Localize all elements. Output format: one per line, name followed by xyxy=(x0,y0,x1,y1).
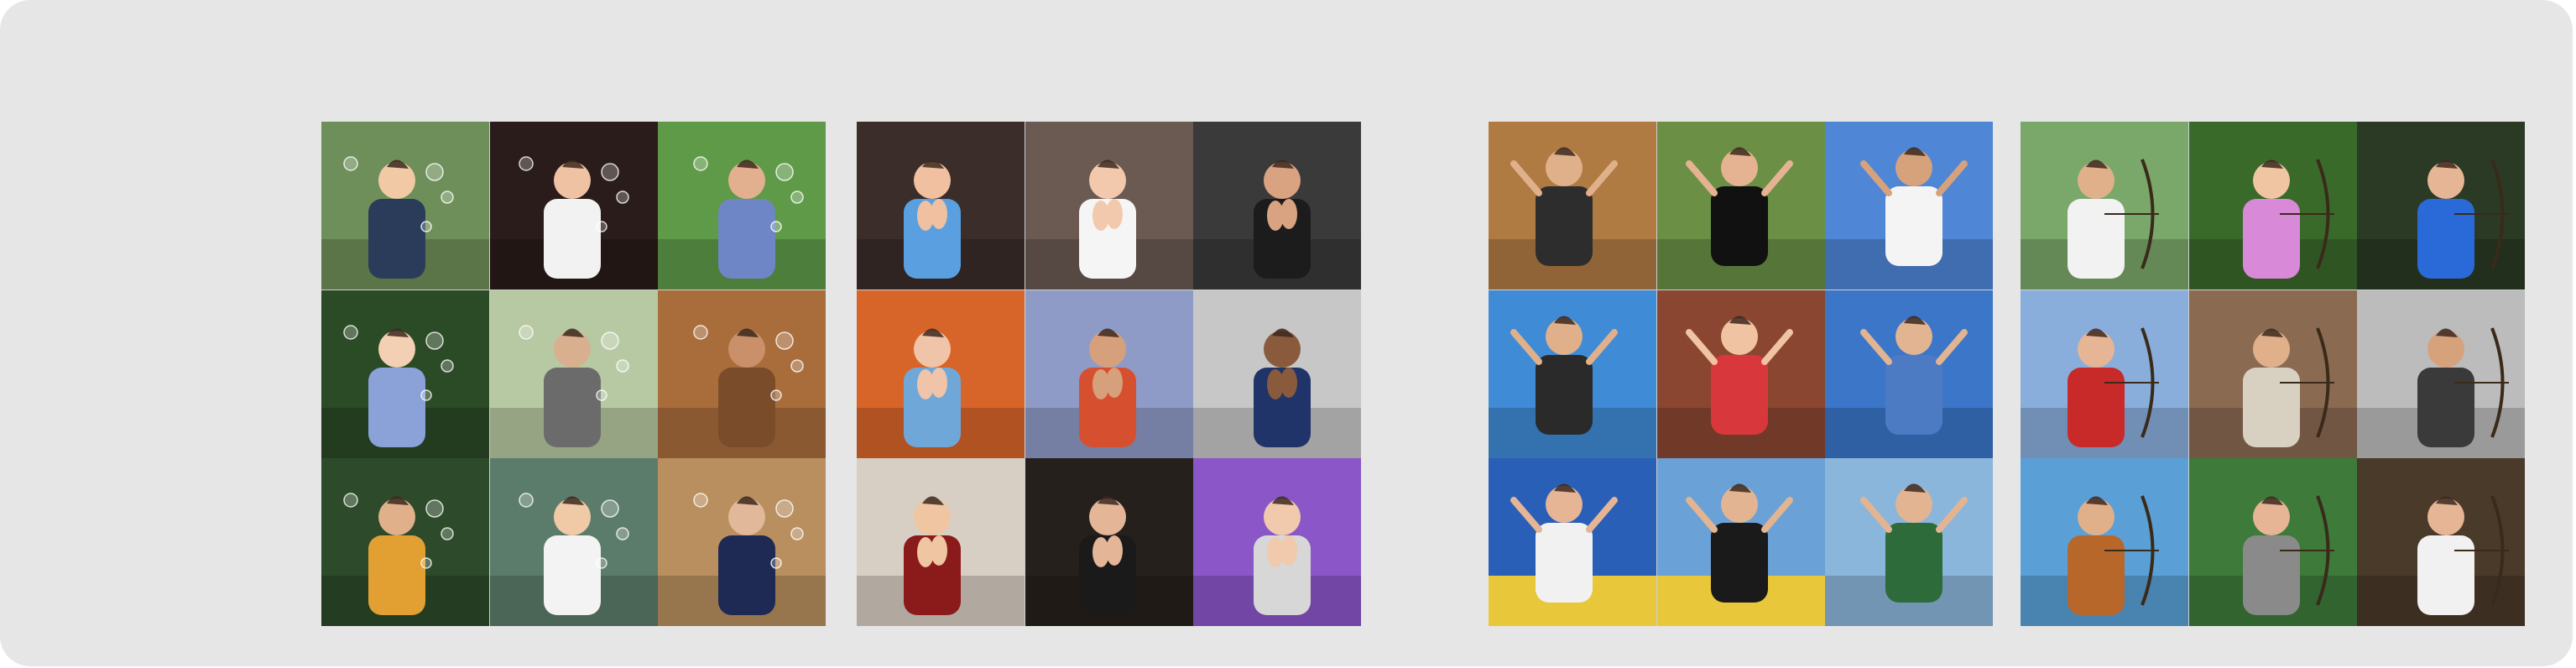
photo-tile-archer-field-target xyxy=(2021,122,2188,290)
photo-tile-man-clapping xyxy=(1193,122,1361,290)
photo-tile-jump-flower-field xyxy=(1489,458,1656,626)
photo-tile-older-woman-clapping xyxy=(1025,458,1193,626)
image-grid-applause xyxy=(857,122,1361,626)
photo-tile-woman-clapping-traditional xyxy=(857,458,1025,626)
photo-tile-woman-clapping-smiling xyxy=(1025,122,1193,290)
image-grid-archery xyxy=(2021,122,2525,626)
photo-tile-archer-wooden-fence xyxy=(2357,458,2525,626)
photo-tile-girl-blowing-bubbles xyxy=(321,290,489,458)
photo-tile-girls-archery xyxy=(2188,122,2357,290)
photo-tile-woman-clapping-blue xyxy=(857,290,1025,458)
photo-tile-archer-kneeling xyxy=(2357,290,2525,458)
photo-tile-boardwalk-bubbles xyxy=(658,290,826,458)
photo-tile-jump-brick-wall xyxy=(1656,290,1825,458)
photo-tile-audience-clapping xyxy=(857,122,1025,290)
photo-tile-archer-blue-hat xyxy=(2357,122,2525,290)
photo-tile-archer-red-shirt xyxy=(2021,290,2188,458)
image-grid-jumping xyxy=(1489,122,1993,626)
photo-tile-man-blowing-bubbles xyxy=(658,122,826,290)
photo-tile-woman-blowing-bubbles-fence xyxy=(658,458,826,626)
photo-tile-park-bubbles xyxy=(489,290,658,458)
photo-tile-jump-bare-tree xyxy=(1825,458,1993,626)
photo-tile-man-clapping-suit xyxy=(1193,290,1361,458)
photo-tile-archer-dirt-range xyxy=(2188,290,2357,458)
photo-tile-jump-cathedral xyxy=(1489,122,1656,290)
photo-tile-man-with-bubble-wand xyxy=(321,458,489,626)
photo-tile-woman-blowing-bubble xyxy=(489,122,658,290)
photo-tile-archer-mountains xyxy=(2021,458,2188,626)
photo-tile-jump-green-hill xyxy=(1489,290,1656,458)
photo-tile-boy-at-door-bubbles xyxy=(489,458,658,626)
photo-tile-toddler-blowing-bubbles xyxy=(321,122,489,290)
image-grid-bubbles xyxy=(321,122,826,626)
photo-tile-jump-garden xyxy=(1656,122,1825,290)
photo-tile-woman-clapping-purple xyxy=(1193,458,1361,626)
photo-tile-jump-pumpkins xyxy=(1825,290,1993,458)
photo-tile-group-clapping xyxy=(1025,290,1193,458)
photo-tile-jump-beach xyxy=(1656,458,1825,626)
photo-tile-archer-back-view xyxy=(2188,458,2357,626)
photo-tile-jump-mountain-sky xyxy=(1825,122,1993,290)
